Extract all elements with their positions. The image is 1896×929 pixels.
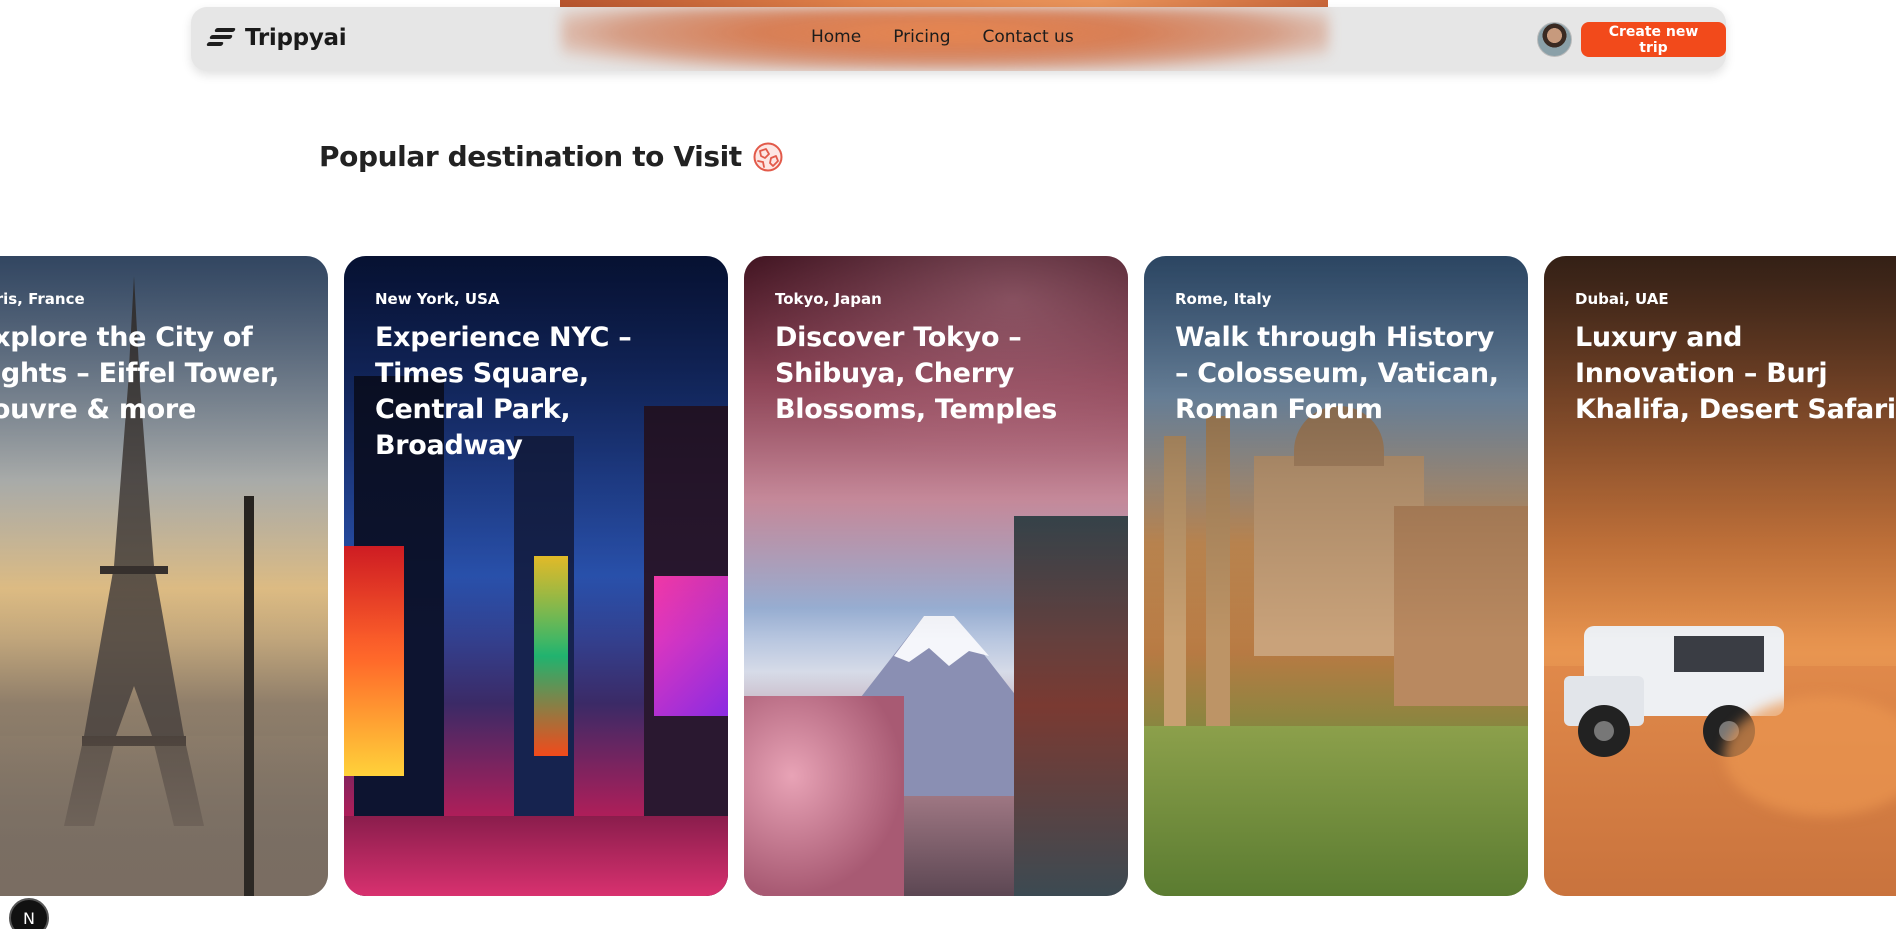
card-headline: Discover Tokyo – Shibuya, Cherry Blossom… xyxy=(775,322,1058,425)
page-title: Popular destination to Visit xyxy=(319,140,742,173)
card-headline: Experience NYC – Times Square, Central P… xyxy=(375,322,632,461)
nav-contact[interactable]: Contact us xyxy=(983,27,1074,47)
logo[interactable]: Trippyai xyxy=(206,23,347,53)
nextjs-icon[interactable]: N xyxy=(9,898,49,929)
card-location: Rome, Italy xyxy=(1175,290,1272,308)
logo-text: Trippyai xyxy=(245,25,347,51)
destination-carousel: Paris, France Explore the City of Lights… xyxy=(0,256,1896,896)
destination-card-rome[interactable]: Rome, Italy Walk through History – Colos… xyxy=(1144,256,1528,896)
card-location: Paris, France xyxy=(0,290,85,308)
destination-card-new-york[interactable]: New York, USA Experience NYC – Times Squ… xyxy=(344,256,728,896)
destination-card-tokyo[interactable]: Tokyo, Japan Discover Tokyo – Shibuya, C… xyxy=(744,256,1128,896)
navbar: Trippyai Home Pricing Contact us Create … xyxy=(191,7,1726,71)
card-headline: Explore the City of Lights – Eiffel Towe… xyxy=(0,322,280,425)
logo-icon xyxy=(206,23,237,53)
user-avatar[interactable] xyxy=(1537,22,1572,57)
main-nav: Home Pricing Contact us xyxy=(811,27,1074,47)
card-headline: Walk through History – Colosseum, Vatica… xyxy=(1175,322,1499,425)
nav-home[interactable]: Home xyxy=(811,27,861,47)
section-heading: Popular destination to Visit xyxy=(319,140,784,173)
card-location: Tokyo, Japan xyxy=(775,290,882,308)
create-new-trip-button[interactable]: Create new trip xyxy=(1581,22,1726,57)
destination-card-dubai[interactable]: Dubai, UAE Luxury and Innovation – Burj … xyxy=(1544,256,1896,896)
card-location: New York, USA xyxy=(375,290,500,308)
destination-card-paris[interactable]: Paris, France Explore the City of Lights… xyxy=(0,256,328,896)
page: Trippyai Home Pricing Contact us Create … xyxy=(0,0,1896,929)
card-headline: Luxury and Innovation – Burj Khalifa, De… xyxy=(1575,322,1896,425)
card-location: Dubai, UAE xyxy=(1575,290,1669,308)
globe-icon xyxy=(753,142,783,171)
nav-pricing[interactable]: Pricing xyxy=(893,27,950,47)
